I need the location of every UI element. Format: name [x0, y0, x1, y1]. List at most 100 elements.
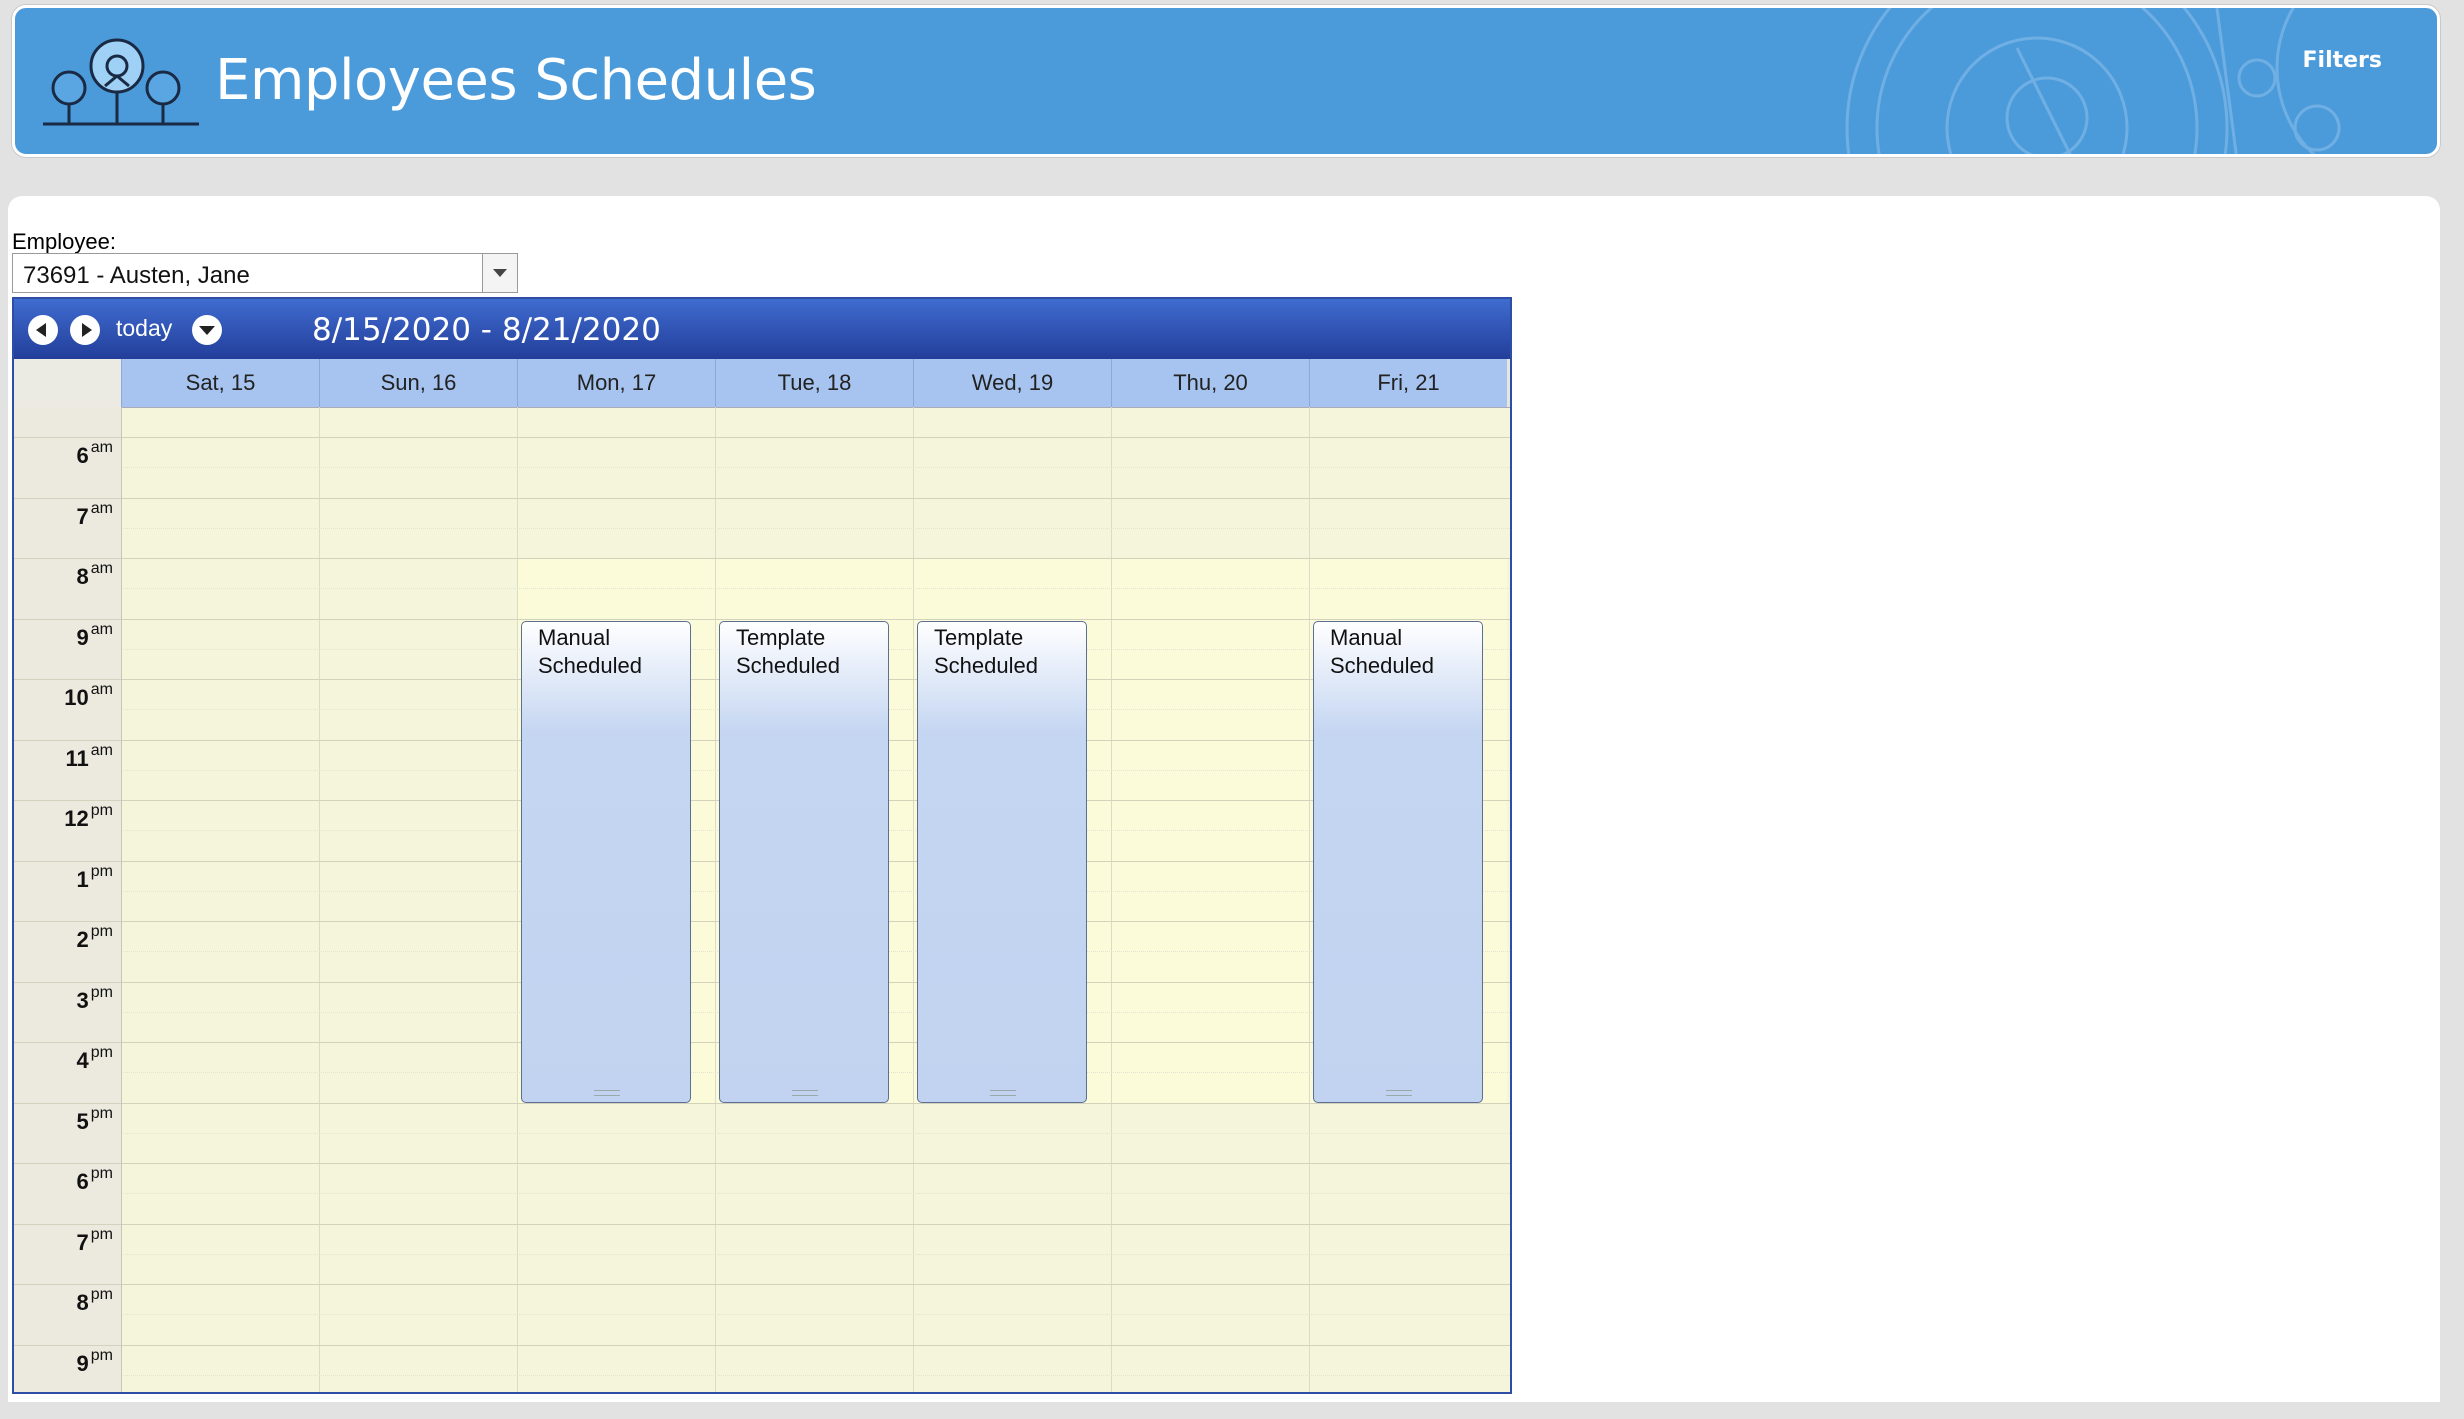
hour-gridline: [14, 497, 1510, 499]
half-hour-gridline: [121, 1193, 1510, 1195]
time-label: 11 am: [65, 742, 114, 772]
time-ampm: pm: [90, 923, 113, 940]
time-label: 8 am: [76, 560, 113, 590]
event-type: Manual: [538, 624, 611, 650]
date-range-label: 8/15/2020 - 8/21/2020: [312, 312, 661, 348]
time-label: 9 am: [77, 621, 113, 651]
gutter-hour-line: [14, 618, 121, 620]
previous-week-button[interactable]: [28, 315, 58, 345]
day-header: Sun, 16: [319, 359, 517, 407]
event-label: Manual Scheduled: [1330, 624, 1434, 680]
gutter-hour-line: [14, 981, 121, 983]
today-button[interactable]: today: [116, 315, 172, 342]
time-label: 6 am: [77, 439, 113, 469]
time-ampm: am: [90, 439, 113, 456]
event-type: Template: [934, 624, 1024, 650]
time-ampm: pm: [90, 1225, 113, 1243]
day-column[interactable]: [319, 407, 517, 1392]
day-header-row: Sat, 15 Sun, 16 Mon, 17 Tue, 18 Wed, 19 Thu, …: [14, 359, 1510, 408]
event-status: Scheduled: [1330, 652, 1434, 678]
time-ampm: pm: [90, 862, 113, 880]
time-label: 12 pm: [64, 802, 113, 832]
day-column[interactable]: [1111, 407, 1309, 1392]
filters-link[interactable]: Filters: [2303, 48, 2383, 73]
event-label: Manual Scheduled: [538, 624, 642, 680]
resize-handle-icon[interactable]: [594, 1089, 620, 1096]
time-ampm: pm: [90, 1286, 113, 1303]
gutter-hour-line: [14, 437, 121, 438]
time-hour: 12: [64, 806, 89, 831]
schedule-event[interactable]: Template Scheduled: [719, 620, 889, 1103]
hour-gridline: [14, 1284, 1510, 1285]
time-ampm: am: [90, 681, 113, 698]
time-ampm: am: [90, 741, 113, 759]
time-label: 8 pm: [77, 1286, 113, 1316]
next-week-button[interactable]: [70, 315, 100, 345]
event-status: Scheduled: [538, 652, 642, 678]
gutter-hour-line: [14, 1223, 121, 1225]
time-hour: 1: [76, 866, 89, 892]
day-header: Wed, 19: [913, 359, 1111, 407]
gutter-hour-line: [14, 800, 121, 801]
time-label: 3 pm: [76, 984, 113, 1014]
day-header: Tue, 18: [715, 359, 913, 407]
time-label: 5 pm: [76, 1105, 113, 1135]
time-ampm: am: [90, 620, 113, 638]
gutter-hour-line: [14, 921, 121, 922]
time-ampm: pm: [90, 1346, 113, 1364]
employee-label: Employee:: [12, 229, 116, 254]
time-hour: 10: [64, 685, 89, 710]
resize-handle-icon[interactable]: [990, 1089, 1016, 1096]
time-hour: 8: [76, 564, 89, 589]
half-hour-gridline: [121, 1374, 1510, 1376]
event-type: Template: [736, 624, 826, 650]
time-hour: 4: [76, 1048, 89, 1073]
hour-gridline: [14, 1163, 1510, 1164]
half-hour-gridline: [121, 1253, 1510, 1255]
schedule-event[interactable]: Manual Scheduled: [1313, 620, 1483, 1103]
hour-gridline: [14, 558, 1510, 559]
time-ampm: pm: [90, 802, 113, 819]
time-hour: 11: [65, 745, 89, 771]
schedule-calendar: today 8/15/2020 - 8/21/2020 Sat, 15 Sun, …: [12, 297, 1512, 1394]
page-title: Employees Schedules: [215, 48, 817, 113]
gutter-hour-line: [14, 1163, 121, 1164]
half-hour-gridline: [121, 1132, 1510, 1134]
view-menu-button[interactable]: [192, 315, 222, 345]
time-ampm: am: [90, 560, 113, 577]
content-panel: Employee: 73691 - Austen, Jane today 8/1…: [8, 196, 2440, 1402]
hour-gridline: [14, 1223, 1510, 1225]
schedule-event[interactable]: Manual Scheduled: [521, 620, 691, 1103]
time-hour: 9: [76, 1350, 89, 1376]
event-label: Template Scheduled: [736, 624, 840, 680]
employee-select[interactable]: 73691 - Austen, Jane: [12, 253, 518, 293]
calendar-toolbar: today 8/15/2020 - 8/21/2020: [14, 299, 1510, 359]
header-corner: [14, 359, 121, 407]
time-label: 10 am: [64, 681, 113, 711]
chevron-down-icon[interactable]: [482, 254, 517, 292]
time-hour: 3: [76, 987, 89, 1013]
gutter-hour-line: [14, 558, 121, 559]
time-ampm: am: [90, 499, 113, 517]
time-ampm: pm: [90, 1104, 113, 1122]
resize-handle-icon[interactable]: [792, 1089, 818, 1096]
time-gutter: 6 am 7 am 8 am 9 am 10 am 11 am 12 pm 1 pm 2 pm 3 pm 4 pm 5 pm 6…: [14, 407, 122, 1392]
day-column[interactable]: [121, 407, 319, 1392]
time-label: 9 pm: [76, 1347, 113, 1377]
event-type: Manual: [1330, 624, 1403, 650]
time-label: 6 pm: [77, 1165, 113, 1195]
app-header: Employees Schedules Filters: [12, 5, 2440, 157]
half-hour-gridline: [121, 527, 1510, 529]
time-label: 1 pm: [76, 863, 113, 893]
time-ampm: pm: [90, 983, 113, 1001]
resize-handle-icon[interactable]: [1386, 1089, 1412, 1096]
schedule-event[interactable]: Template Scheduled: [917, 620, 1087, 1103]
time-label: 7 pm: [77, 1226, 113, 1256]
gutter-hour-line: [14, 1042, 121, 1043]
time-hour: 5: [76, 1108, 89, 1134]
gutter-hour-line: [14, 739, 121, 741]
time-label: 2 pm: [77, 923, 113, 953]
time-hour: 7: [76, 503, 89, 529]
gutter-hour-line: [14, 860, 121, 862]
gutter-hour-line: [14, 1284, 121, 1285]
